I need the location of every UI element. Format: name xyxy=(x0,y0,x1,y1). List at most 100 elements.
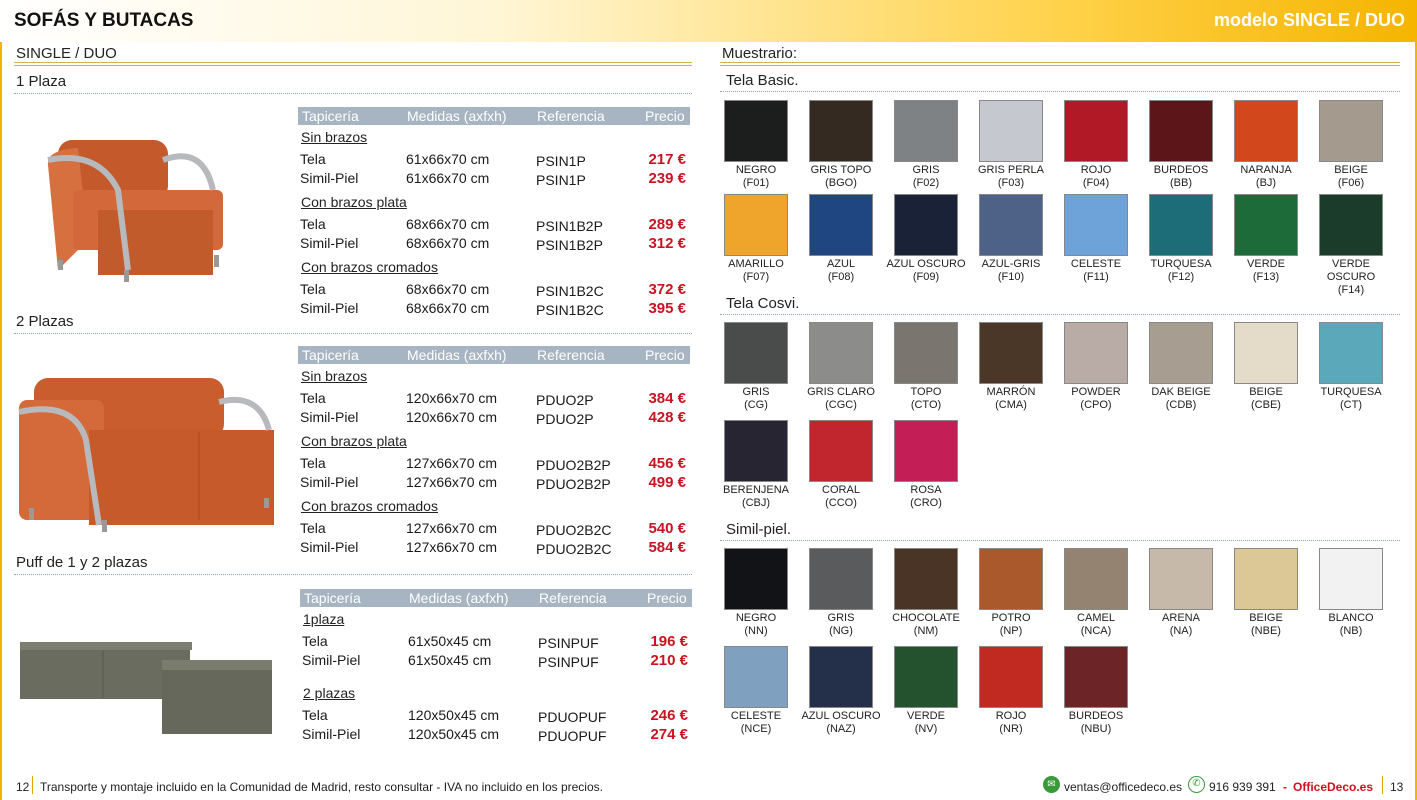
swatch[interactable]: CELESTE (NCE) xyxy=(714,646,798,736)
double-sofa-image xyxy=(18,378,274,532)
dimensions: 61x66x70 cm xyxy=(406,170,490,186)
swatch-label: ARENA (NA) xyxy=(1139,612,1223,638)
price-row: Tela 68x66x70 cm PSIN1B2C 372 € xyxy=(298,281,690,299)
dimensions: 127x66x70 cm xyxy=(406,539,498,555)
swatch[interactable]: ROJO (NR) xyxy=(969,646,1053,736)
swatch[interactable]: CELESTE (F11) xyxy=(1054,194,1138,284)
swatch-color xyxy=(1319,322,1383,384)
swatch[interactable]: NARANJA (BJ) xyxy=(1224,100,1308,190)
swatch[interactable]: AZUL (F08) xyxy=(799,194,883,284)
footer-email[interactable]: ventas@officedeco.es xyxy=(1064,780,1182,794)
swatch[interactable]: NEGRO (F01) xyxy=(714,100,798,190)
swatch-name: AZUL xyxy=(826,258,856,270)
swatch[interactable]: TOPO (CTO) xyxy=(884,322,968,412)
swatch[interactable]: BEIGE (F06) xyxy=(1309,100,1393,190)
swatch-color xyxy=(724,322,788,384)
swatch-name: GRIS TOPO xyxy=(810,164,872,176)
swatch[interactable]: CORAL (CCO) xyxy=(799,420,883,510)
swatch-color xyxy=(894,322,958,384)
swatch[interactable]: AMARILLO (F07) xyxy=(714,194,798,284)
group-title: 1plaza xyxy=(303,611,345,627)
header-c2: Medidas (axfxh) xyxy=(409,590,509,606)
swatch[interactable]: AZUL OSCURO (NAZ) xyxy=(799,646,883,736)
swatch[interactable]: BURDEOS (BB) xyxy=(1139,100,1223,190)
swatch-code: (BJ) xyxy=(1255,177,1277,189)
swatch[interactable]: GRIS (NG) xyxy=(799,548,883,638)
swatch-name: POWDER xyxy=(1071,386,1121,398)
swatch[interactable]: BURDEOS (NBU) xyxy=(1054,646,1138,736)
swatch[interactable]: BLANCO (NB) xyxy=(1309,548,1393,638)
swatch[interactable]: AZUL OSCURO (F09) xyxy=(884,194,968,284)
brand-name[interactable]: OfficeDeco.es xyxy=(1293,780,1373,794)
swatch[interactable]: TURQUESA (CT) xyxy=(1309,322,1393,412)
swatch[interactable]: GRIS (F02) xyxy=(884,100,968,190)
price-row: Simil-Piel 127x66x70 cm PDUO2B2C 584 € xyxy=(298,539,690,557)
swatch-name: BERENJENA xyxy=(722,484,790,496)
swatch-label: NARANJA (BJ) xyxy=(1224,164,1308,190)
upholstery: Tela xyxy=(300,520,326,536)
swatch[interactable]: AZUL-GRIS (F10) xyxy=(969,194,1053,284)
reference: PDUO2B2P xyxy=(536,476,611,492)
price-table-header: Tapicería Medidas (axfxh) Referencia Precio xyxy=(298,107,690,125)
swatch-code: (F01) xyxy=(742,177,770,189)
swatch-name: NEGRO xyxy=(735,612,777,624)
swatch[interactable]: TURQUESA (F12) xyxy=(1139,194,1223,284)
swatch[interactable]: ARENA (NA) xyxy=(1139,548,1223,638)
swatch-name: BLANCO xyxy=(1328,612,1374,624)
header-c3: Referencia xyxy=(537,108,605,124)
dimensions: 61x50x45 cm xyxy=(408,652,492,668)
footer-phone[interactable]: 916 939 391 xyxy=(1209,780,1276,794)
swatch[interactable]: MARRÓN (CMA) xyxy=(969,322,1053,412)
swatch[interactable]: GRIS (CG) xyxy=(714,322,798,412)
swatch[interactable]: POTRO (NP) xyxy=(969,548,1053,638)
price: 456 € xyxy=(648,455,686,472)
swatch[interactable]: BERENJENA (CBJ) xyxy=(714,420,798,510)
swatch[interactable]: GRIS TOPO (BGO) xyxy=(799,100,883,190)
swatch[interactable]: VERDE OSCURO (F14) xyxy=(1309,194,1393,297)
swatch[interactable]: GRIS CLARO (CGC) xyxy=(799,322,883,412)
sample-title: Muestrario: xyxy=(722,45,798,62)
swatch[interactable]: BEIGE (NBE) xyxy=(1224,548,1308,638)
swatch[interactable]: BEIGE (CBE) xyxy=(1224,322,1308,412)
price-row: Tela 68x66x70 cm PSIN1B2P 289 € xyxy=(298,216,690,234)
swatch[interactable]: CAMEL (NCA) xyxy=(1054,548,1138,638)
swatch[interactable]: CHOCOLATE (NM) xyxy=(884,548,968,638)
swatch-label: CORAL (CCO) xyxy=(799,484,883,510)
header-c1: Tapicería xyxy=(302,347,359,363)
dimensions: 61x50x45 cm xyxy=(408,633,492,649)
upholstery: Tela xyxy=(302,633,328,649)
swatch-label: DAK BEIGE (CDB) xyxy=(1139,386,1223,412)
swatch[interactable]: VERDE (F13) xyxy=(1224,194,1308,284)
swatch-label: CHOCOLATE (NM) xyxy=(884,612,968,638)
phone-icon: ✆ xyxy=(1188,776,1205,793)
swatch[interactable]: GRIS PERLA (F03) xyxy=(969,100,1053,190)
swatch-label: ROJO (NR) xyxy=(969,710,1053,736)
swatch-label: GRIS (NG) xyxy=(799,612,883,638)
swatch[interactable]: VERDE (NV) xyxy=(884,646,968,736)
header-c3: Referencia xyxy=(539,590,607,606)
price-row: Tela 61x66x70 cm PSIN1P 217 € xyxy=(298,151,690,169)
swatch[interactable]: ROJO (F04) xyxy=(1054,100,1138,190)
swatch-label: ROSA (CRO) xyxy=(884,484,968,510)
swatch-label: BLANCO (NB) xyxy=(1309,612,1393,638)
sample-divider xyxy=(720,62,1400,66)
dimensions: 68x66x70 cm xyxy=(406,281,490,297)
swatch-name: AZUL-GRIS xyxy=(981,258,1041,270)
swatch-name: ROJO xyxy=(995,710,1027,722)
swatch-name: ROJO xyxy=(1080,164,1112,176)
reference: PDUO2B2C xyxy=(536,522,612,538)
price-row: Simil-Piel 127x66x70 cm PDUO2B2P 499 € xyxy=(298,474,690,492)
swatch-code: (F08) xyxy=(827,271,855,283)
swatch[interactable]: POWDER (CPO) xyxy=(1054,322,1138,412)
swatch[interactable]: NEGRO (NN) xyxy=(714,548,798,638)
swatch-name: VERDE xyxy=(907,710,945,722)
swatch-label: BEIGE (CBE) xyxy=(1224,386,1308,412)
swatch-code: (F06) xyxy=(1337,177,1365,189)
swatch-color xyxy=(894,194,958,256)
reference: PDUO2P xyxy=(536,411,594,427)
swatch-color xyxy=(1064,646,1128,708)
reference: PSIN1B2C xyxy=(536,283,604,299)
swatch[interactable]: DAK BEIGE (CDB) xyxy=(1139,322,1223,412)
header-c4: Precio xyxy=(645,347,685,363)
swatch[interactable]: ROSA (CRO) xyxy=(884,420,968,510)
